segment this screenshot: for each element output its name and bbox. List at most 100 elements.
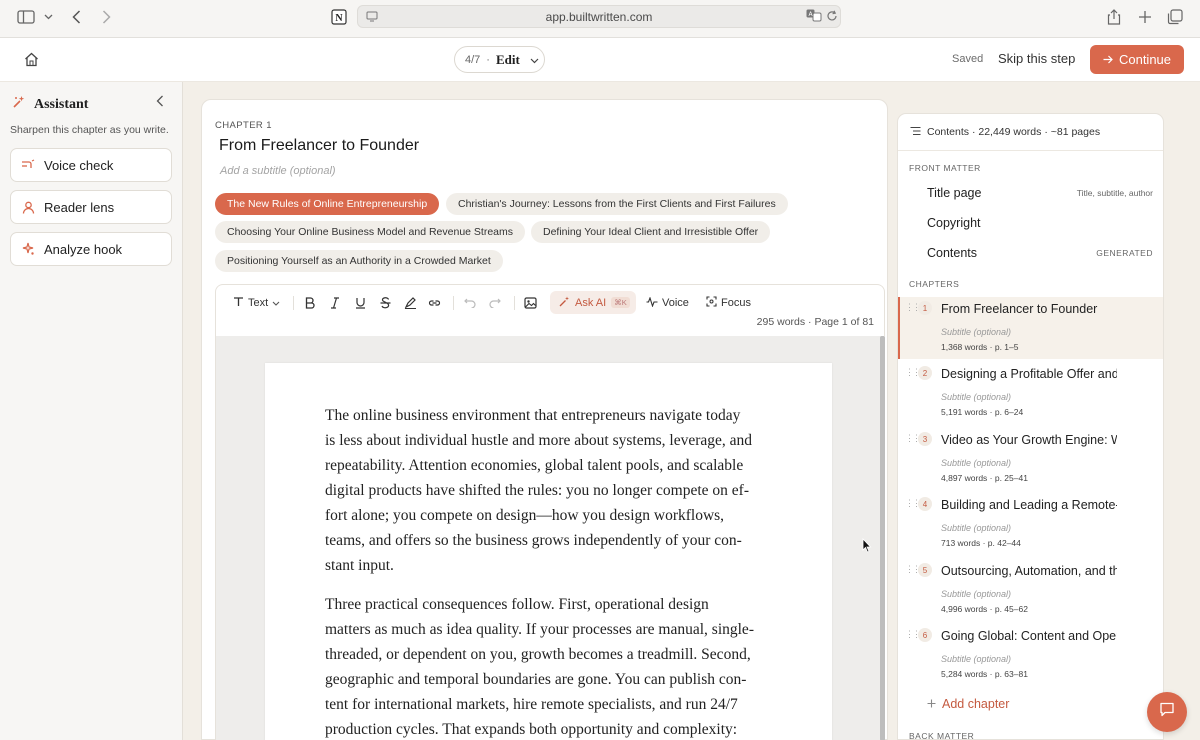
- continue-label: Continue: [1118, 52, 1172, 67]
- chapter-item-title: Going Global: Content and Oper: [941, 629, 1117, 643]
- chapter-item-subtitle: Subtitle (optional): [941, 589, 1012, 599]
- url-text: app.builtwritten.com: [545, 10, 653, 24]
- skip-step-button[interactable]: Skip this step: [998, 51, 1075, 66]
- chat-button[interactable]: [1147, 692, 1187, 732]
- drag-handle-icon[interactable]: ⋮⋮: [905, 367, 921, 378]
- step-mode-selector[interactable]: 4/7 · Edit: [454, 46, 545, 73]
- italic-icon[interactable]: [330, 294, 340, 312]
- chapter-editor-card: CHAPTER 1 From Freelancer to Founder Add…: [201, 99, 888, 740]
- tool-label: Voice check: [44, 157, 114, 173]
- body-paragraph[interactable]: Three practical consequences follow. Fir…: [325, 592, 785, 740]
- section-chip[interactable]: Positioning Yourself as an Authority in …: [215, 250, 503, 272]
- tabs-icon[interactable]: [1166, 6, 1184, 28]
- assistant-subtitle: Sharpen this chapter as you write.: [10, 124, 169, 136]
- chapter-title-input[interactable]: From Freelancer to Founder: [219, 137, 419, 155]
- bold-icon[interactable]: [305, 294, 315, 312]
- forward-icon[interactable]: [98, 6, 114, 28]
- add-chapter-button[interactable]: Add chapter: [927, 697, 1009, 711]
- chapter-number: 2: [918, 366, 932, 380]
- back-matter-heading: BACK MATTER: [909, 731, 975, 740]
- highlight-icon[interactable]: [404, 294, 417, 312]
- step-separator: ·: [486, 53, 490, 66]
- continue-button[interactable]: Continue: [1090, 45, 1184, 74]
- voice-icon: [21, 159, 35, 171]
- voice-check-button[interactable]: Voice check: [10, 148, 172, 182]
- front-matter-copyright[interactable]: Copyright: [927, 216, 981, 230]
- text-style-label: Text: [248, 297, 269, 309]
- link-icon[interactable]: [428, 294, 441, 312]
- chat-icon: [1159, 702, 1175, 722]
- body-paragraph[interactable]: The online business environment that ent…: [325, 403, 785, 578]
- chapter-item-subtitle: Subtitle (optional): [941, 458, 1012, 468]
- chapter-item-title: Designing a Profitable Offer and: [941, 367, 1117, 381]
- mode-label: Edit: [495, 51, 520, 67]
- translate-icon[interactable]: A: [806, 9, 822, 27]
- contents-summary: Contents · 22,449 words · ~81 pages: [927, 126, 1101, 138]
- chevron-down-icon: [530, 53, 539, 67]
- contents-header: Contents · 22,449 words · ~81 pages: [898, 114, 1163, 151]
- drag-handle-icon[interactable]: ⋮⋮: [905, 629, 921, 640]
- address-bar[interactable]: app.builtwritten.com A: [357, 5, 841, 28]
- reload-icon[interactable]: [826, 9, 838, 27]
- chapter-item-meta: 5,191 words · p. 6–24: [941, 407, 1024, 417]
- add-chapter-label: Add chapter: [942, 697, 1010, 711]
- redo-icon[interactable]: [489, 294, 501, 312]
- manuscript-page[interactable]: The online business environment that ent…: [265, 363, 832, 740]
- new-tab-icon[interactable]: [1136, 6, 1154, 28]
- chevron-down-icon[interactable]: [42, 6, 54, 28]
- sidebar-icon[interactable]: [16, 6, 36, 28]
- chapter-item-title: Building and Leading a Remote-: [941, 498, 1117, 512]
- home-icon[interactable]: [24, 52, 39, 72]
- drag-handle-icon[interactable]: ⋮⋮: [905, 498, 921, 509]
- drag-handle-icon[interactable]: ⋮⋮: [905, 433, 921, 444]
- text-type-icon: [233, 296, 244, 310]
- underline-icon[interactable]: [355, 294, 366, 312]
- chapter-item[interactable]: ⋮⋮ 1 From Freelancer to Founder Subtitle…: [898, 297, 1163, 359]
- share-icon[interactable]: [1105, 6, 1123, 28]
- chapter-item[interactable]: ⋮⋮ 6 Going Global: Content and Oper Subt…: [898, 624, 1163, 686]
- assistant-header: Assistant: [12, 95, 88, 114]
- analyze-hook-button[interactable]: Analyze hook: [10, 232, 172, 266]
- svg-text:N: N: [335, 13, 343, 24]
- focus-button[interactable]: Focus: [706, 294, 751, 312]
- drag-handle-icon[interactable]: ⋮⋮: [905, 302, 921, 313]
- voice-label: Voice: [662, 297, 689, 309]
- front-matter-title-page[interactable]: Title page: [927, 186, 981, 200]
- chapter-item-title: Outsourcing, Automation, and th: [941, 564, 1117, 578]
- editor-scrollbar[interactable]: [880, 336, 885, 740]
- chapter-item[interactable]: ⋮⋮ 5 Outsourcing, Automation, and th Sub…: [898, 559, 1163, 621]
- strikethrough-icon[interactable]: [380, 294, 391, 312]
- front-matter-meta: GENERATED: [1096, 248, 1153, 258]
- section-chip[interactable]: Christian's Journey: Lessons from the Fi…: [446, 193, 788, 215]
- collapse-panel-icon[interactable]: [156, 94, 164, 110]
- mouse-cursor-icon: [862, 537, 872, 559]
- text-style-dropdown[interactable]: Text: [233, 294, 280, 312]
- ask-ai-button[interactable]: Ask AI ⌘K: [550, 291, 636, 314]
- notion-icon[interactable]: N: [330, 6, 348, 28]
- section-chip[interactable]: Defining Your Ideal Client and Irresisti…: [531, 221, 771, 243]
- chapter-item-title: Video as Your Growth Engine: W: [941, 433, 1117, 447]
- assistant-panel: Assistant Sharpen this chapter as you wr…: [0, 82, 183, 740]
- user-icon: [21, 201, 35, 214]
- chapter-number: 4: [918, 497, 932, 511]
- drag-handle-icon[interactable]: ⋮⋮: [905, 564, 921, 575]
- front-matter-heading: FRONT MATTER: [909, 163, 981, 173]
- focus-icon: [706, 296, 717, 310]
- section-chip[interactable]: Choosing Your Online Business Model and …: [215, 221, 526, 243]
- chapter-item[interactable]: ⋮⋮ 2 Designing a Profitable Offer and Su…: [898, 362, 1163, 424]
- undo-icon[interactable]: [464, 294, 476, 312]
- chapter-subtitle-input[interactable]: Add a subtitle (optional): [220, 165, 336, 177]
- waveform-icon: [646, 295, 658, 310]
- section-chip[interactable]: The New Rules of Online Entrepreneurship: [215, 193, 440, 215]
- chapter-item[interactable]: ⋮⋮ 4 Building and Leading a Remote- Subt…: [898, 493, 1163, 555]
- voice-button[interactable]: Voice: [646, 294, 689, 312]
- back-icon[interactable]: [68, 6, 84, 28]
- image-icon[interactable]: [524, 294, 537, 312]
- chapter-item[interactable]: ⋮⋮ 3 Video as Your Growth Engine: W Subt…: [898, 428, 1163, 490]
- tool-label: Reader lens: [44, 199, 115, 215]
- browser-toolbar: N app.builtwritten.com A: [0, 0, 1200, 38]
- reader-lens-button[interactable]: Reader lens: [10, 190, 172, 224]
- chapter-item-meta: 4,897 words · p. 25–41: [941, 473, 1028, 483]
- front-matter-contents[interactable]: Contents: [927, 246, 977, 260]
- chapter-number: 1: [918, 301, 932, 315]
